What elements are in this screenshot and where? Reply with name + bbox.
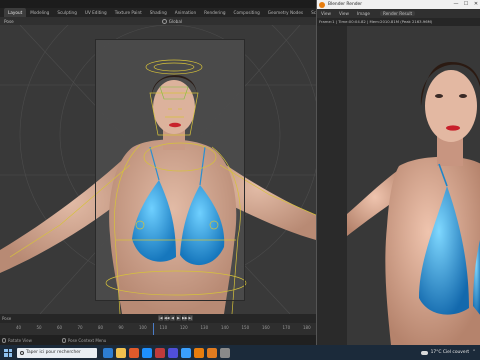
weather-text[interactable]: 17°C Ciel couvert [431,350,470,355]
taskbar-app-icon[interactable] [155,347,165,358]
render-eye-left [435,94,443,98]
play-reverse-button[interactable]: ◀ [170,315,175,321]
render-face [425,70,477,142]
render-result-image [347,26,480,345]
status-bar: Rotate View Pose Context Menu [0,335,316,345]
workspace-tab-geometry-nodes[interactable]: Geometry Nodes [264,8,307,17]
maximize-button[interactable]: ☐ [461,0,471,9]
title-strip [0,0,316,8]
minimize-button[interactable]: — [451,0,461,9]
blender-logo-icon [319,1,325,8]
timeline-editor[interactable]: Pose |◀ ◀◀ ◀ ▶ ▶▶ ▶| 40 50 60 70 80 90 100 110 120 130… [0,314,316,335]
workspace-tab-modeling[interactable]: Modeling [26,8,53,17]
timeline-ruler[interactable]: 40 50 60 70 80 90 100 110 120 130 140 150 160 170 180 [0,323,316,335]
menu-view-2[interactable]: View [335,11,353,16]
taskbar-app-icon[interactable] [142,347,152,358]
viewport-header: Pose Global [0,17,316,25]
render-window: Blender Render — ☐ ✕ View View Image Ren… [316,0,480,345]
mouse-right-icon [61,337,66,343]
timeline-header: Pose |◀ ◀◀ ◀ ▶ ▶▶ ▶| [0,314,316,323]
interaction-mode-dropdown[interactable]: Pose [4,19,14,24]
current-frame-marker[interactable] [153,323,154,335]
timeline-mode-label: Pose [2,316,12,321]
playback-controls: |◀ ◀◀ ◀ ▶ ▶▶ ▶| [158,315,193,321]
timeline-tick: 100 [139,325,147,330]
taskbar-app-icon[interactable] [168,347,178,358]
menu-view[interactable]: View [317,11,335,16]
taskbar-app-icon[interactable] [103,347,113,358]
timeline-tick: 40 [16,325,22,330]
taskbar-apps [103,347,230,358]
window-controls: — ☐ ✕ [451,0,480,9]
start-button[interactable] [4,348,12,357]
workspace-tab-uv-editing[interactable]: UV Editing [81,8,111,17]
system-tray: 17°C Ciel couvert ⌃ [420,345,476,360]
mouse-icon [2,337,6,343]
timeline-tick: 140 [221,325,229,330]
prev-keyframe-button[interactable]: ◀◀ [164,315,170,321]
taskbar-app-icon[interactable] [194,347,204,358]
status-rotate: Rotate View [8,337,32,343]
timeline-tick: 120 [180,325,188,330]
timeline-tick: 180 [303,325,311,330]
search-placeholder: Taper ici pour rechercher [26,350,81,355]
workspace-tab-layout[interactable]: Layout [4,8,27,17]
workspace-tab-texture-paint[interactable]: Texture Paint [111,8,146,17]
render-canvas[interactable] [317,26,480,345]
workspace-tab-sculpting[interactable]: Sculpting [53,8,81,17]
workspace-tab-compositing[interactable]: Compositing [230,8,264,17]
workspace-tabs: Layout Modeling Sculpting UV Editing Texture… [0,8,316,17]
timeline-tick: 130 [200,325,209,330]
render-scene [347,62,480,345]
play-button[interactable]: ▶ [176,315,181,321]
transform-orientation[interactable]: Global [161,18,183,24]
timeline-tick: 50 [36,325,42,330]
blender-main-window: Layout Modeling Sculpting UV Editing Texture… [0,0,316,345]
render-window-title: Blender Render [328,2,363,7]
search-icon [20,350,24,355]
jump-end-button[interactable]: ▶| [188,315,193,321]
3d-viewport[interactable] [0,25,316,314]
taskbar-app-icon[interactable] [129,347,139,358]
status-context: Pose Context Menu [67,337,107,343]
jump-start-button[interactable]: |◀ [158,315,163,321]
menu-image[interactable]: Image [353,11,374,16]
orientation-label: Global [168,18,183,24]
render-window-menu: View View Image Render Result [317,9,480,18]
workspace-tab-rendering[interactable]: Rendering [200,8,229,17]
timeline-tick: 80 [98,325,104,330]
taskbar-app-icon[interactable] [207,347,217,358]
timeline-tick: 150 [241,325,250,330]
camera-border [95,39,245,301]
render-eye-right [459,94,467,98]
workspace-tab-scripting[interactable]: Scripting [307,8,316,17]
next-keyframe-button[interactable]: ▶▶ [182,315,188,321]
close-button[interactable]: ✕ [471,0,480,9]
render-slot-dropdown[interactable]: Render Result [380,11,416,16]
timeline-tick: 60 [57,325,63,330]
timeline-tick: 90 [118,325,124,330]
taskbar-search[interactable]: Taper ici pour rechercher [17,347,97,358]
timeline-tick: 110 [159,325,168,330]
tray-expand-icon[interactable]: ⌃ [472,350,476,355]
orientation-icon [161,18,167,24]
taskbar-app-icon[interactable] [181,347,191,358]
workspace-tab-shading[interactable]: Shading [146,8,171,17]
timeline-tick: 70 [77,325,83,330]
timeline-tick: 170 [282,325,291,330]
render-lips [446,125,460,131]
workspace-tab-animation[interactable]: Animation [171,8,200,17]
timeline-tick: 160 [262,325,270,330]
render-info: Frame:1 | Time:00:04.82 | Mem:2010.81M (… [317,18,480,26]
taskbar-app-icon[interactable] [220,347,230,358]
render-window-titlebar: Blender Render — ☐ ✕ [317,0,480,9]
taskbar-app-icon[interactable] [116,347,126,358]
windows-taskbar: Taper ici pour rechercher 17°C Ciel couv… [0,345,480,360]
cloud-icon [420,350,428,355]
